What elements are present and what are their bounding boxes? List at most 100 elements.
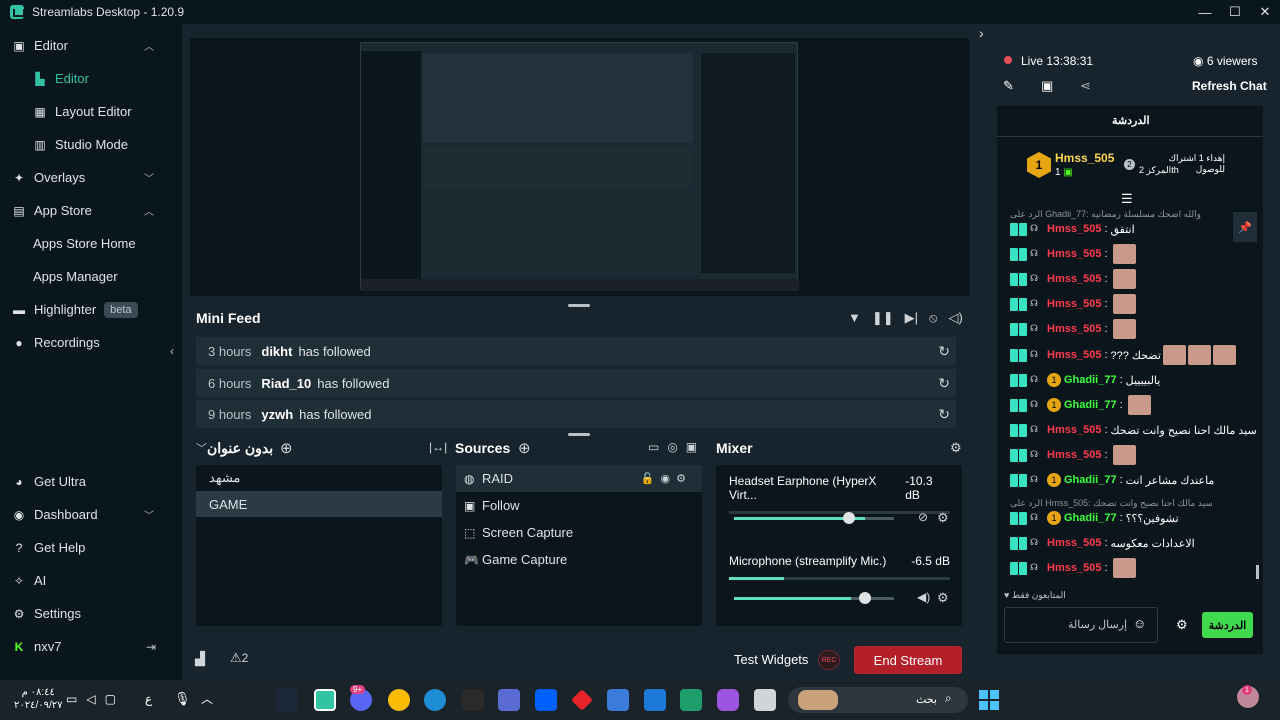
copilot-icon[interactable] (717, 689, 739, 711)
taskbar-search[interactable]: بحث ⌕ (788, 687, 968, 713)
volume-slider[interactable] (734, 592, 894, 604)
sidebar-item-ai[interactable]: ✧ AI (0, 564, 182, 597)
logout-icon[interactable]: ⇥ (146, 640, 156, 654)
sidebar-item-get-help[interactable]: ? Get Help (0, 531, 182, 564)
resize-handle[interactable] (568, 433, 590, 436)
emoji-icon[interactable]: ☺ (1133, 616, 1146, 631)
app-icon[interactable] (680, 689, 702, 711)
share-icon[interactable]: ⋖ (1080, 78, 1091, 94)
dropbox-icon[interactable] (535, 689, 557, 711)
edge-icon[interactable] (424, 689, 446, 711)
microphone-icon[interactable]: 🎙 (174, 691, 191, 707)
chat-send-button[interactable]: الدردشة (1202, 612, 1253, 638)
chat-username[interactable]: Hmss_505 (1047, 323, 1101, 335)
volume-slider[interactable] (734, 512, 894, 524)
repeat-alert-icon[interactable]: ↻ (938, 375, 950, 392)
source-actions-icons[interactable]: 🔓◉⚙ (641, 472, 692, 485)
sidebar-item-editor-group[interactable]: ▣ Editor ︿ (0, 29, 182, 62)
pin-icon[interactable]: 📌 (1233, 212, 1257, 242)
streamlabs-taskbar-icon[interactable] (314, 689, 336, 711)
chat-username[interactable]: Hmss_505 (1047, 223, 1101, 235)
test-widgets-button[interactable]: Test Widgets (734, 652, 808, 667)
collapse-panel-icon[interactable]: |↔| (429, 440, 447, 454)
sidebar-item-settings[interactable]: ⚙ Settings (0, 597, 182, 630)
chat-username[interactable]: Ghadii_77 (1064, 512, 1117, 524)
chat-username[interactable]: Ghadii_77 (1064, 399, 1117, 411)
chrome-icon[interactable] (388, 689, 410, 711)
edit-pencil-icon[interactable]: ✎ (1003, 78, 1014, 94)
chat-username[interactable]: Hmss_505 (1047, 424, 1101, 436)
gear-icon[interactable]: ⚙ (937, 590, 949, 606)
store-icon[interactable] (644, 689, 666, 711)
tray-icons[interactable]: ▭◁▢ (66, 692, 125, 706)
volume-icon[interactable]: ◁) (949, 310, 963, 326)
collapse-left-icon[interactable]: ‹ (170, 344, 174, 358)
scene-item[interactable]: مشهد (196, 465, 442, 491)
chat-scrollbar[interactable] (1256, 565, 1259, 579)
repeat-alert-icon[interactable]: ↻ (938, 406, 950, 423)
sidebar-item-apps-manager[interactable]: Apps Manager (0, 260, 182, 293)
expand-menu-icon[interactable]: ☰ (1121, 191, 1133, 207)
rec-button[interactable]: REC (818, 650, 840, 670)
scene-item-selected[interactable]: GAME (196, 491, 442, 517)
chat-username[interactable]: Hmss_505 (1047, 273, 1101, 285)
sidebar-item-recordings[interactable]: ● Recordings (0, 326, 182, 359)
chat-username[interactable]: Hmss_505 (1047, 349, 1101, 361)
sidebar-item-apps-store-home[interactable]: Apps Store Home (0, 227, 182, 260)
window-icon[interactable] (754, 689, 776, 711)
chat-settings-gear-icon[interactable]: ⚙ (1176, 617, 1188, 633)
source-item-follow[interactable]: ▣ Follow (456, 492, 702, 519)
taskbar-clock[interactable]: ٠٨:٤٤ م ٢٠٢٤/٠٩/٢٧ (14, 686, 63, 712)
muted-speaker-icon[interactable]: ⊘ (918, 510, 928, 524)
performance-stats-icon[interactable]: ▟ (195, 651, 205, 667)
sidebar-item-editor[interactable]: ▙ Editor (0, 62, 182, 95)
sidebar-item-highlighter[interactable]: ▬ Highlighter beta (0, 293, 182, 326)
close-button[interactable]: ✕ (1250, 0, 1280, 24)
end-stream-button[interactable]: End Stream (854, 646, 962, 674)
chevron-up-icon[interactable]: ︿ (201, 690, 213, 707)
mute-alerts-icon[interactable]: ⦸ (929, 310, 937, 326)
sidebar-item-dashboard[interactable]: ◉ Dashboard ﹀ (0, 498, 182, 531)
source-item-game-capture[interactable]: 🎮 Game Capture (456, 546, 702, 573)
chat-username[interactable]: Hmss_505 (1047, 449, 1101, 461)
alerts-warning-icon[interactable]: ⚠2 (230, 650, 248, 666)
collapse-right-icon[interactable]: › (979, 25, 984, 41)
mail-icon[interactable] (607, 689, 629, 711)
source-item-screen-capture[interactable]: ⬚ Screen Capture (456, 519, 702, 546)
steam-icon[interactable] (276, 689, 298, 711)
chat-username[interactable]: Ghadii_77 (1064, 374, 1117, 386)
maximize-button[interactable]: ☐ (1220, 0, 1250, 24)
gear-icon[interactable]: ⚙ (937, 510, 949, 526)
resize-handle[interactable] (568, 304, 590, 307)
sidebar-item-get-ultra[interactable]: ◕ Get Ultra (0, 465, 182, 498)
app-icon[interactable] (498, 689, 520, 711)
pause-icon[interactable]: ❚❚ (872, 310, 894, 326)
add-scene-icon[interactable]: ⊕ (280, 439, 293, 457)
windows-start-icon[interactable] (979, 690, 999, 710)
filter-icon[interactable]: ▼ (848, 310, 861, 326)
chat-username[interactable]: Hmss_505 (1047, 562, 1101, 574)
mixer-settings-gear-icon[interactable]: ⚙ (950, 440, 962, 456)
source-item-raid[interactable]: ◍ RAID 🔓◉⚙ (456, 465, 702, 492)
sidebar-item-studio-mode[interactable]: ▥ Studio Mode (0, 128, 182, 161)
chat-username[interactable]: Ghadii_77 (1064, 474, 1117, 486)
sidebar-item-overlays[interactable]: ✦ Overlays ﹀ (0, 161, 182, 194)
epic-games-icon[interactable] (462, 689, 484, 711)
gift-box-icon[interactable]: ▣ (1041, 78, 1053, 94)
sidebar-item-app-store[interactable]: ▤ App Store ︿ (0, 194, 182, 227)
skip-icon[interactable]: ▶| (905, 310, 918, 326)
sources-toolbar-icons[interactable]: ▭◎▣ (648, 440, 705, 454)
sidebar-item-layout-editor[interactable]: ▦ Layout Editor (0, 95, 182, 128)
chat-username[interactable]: Hmss_505 (1047, 537, 1101, 549)
language-indicator[interactable]: ع (145, 692, 152, 706)
chat-username[interactable]: Hmss_505 (1047, 248, 1101, 260)
repeat-alert-icon[interactable]: ↻ (938, 343, 950, 360)
minimize-button[interactable]: — (1190, 0, 1220, 24)
chat-input[interactable]: إرسال رسالة ☺ (1004, 607, 1158, 643)
refresh-chat-button[interactable]: Refresh Chat (1192, 79, 1267, 93)
speaker-icon[interactable]: ◀) (917, 590, 930, 604)
chat-username[interactable]: Hmss_505 (1047, 298, 1101, 310)
add-source-icon[interactable]: ⊕ (518, 439, 531, 457)
chevron-down-icon[interactable]: ﹀ (196, 440, 207, 456)
sidebar-item-user[interactable]: K nxv7 ⇥ (0, 630, 182, 663)
